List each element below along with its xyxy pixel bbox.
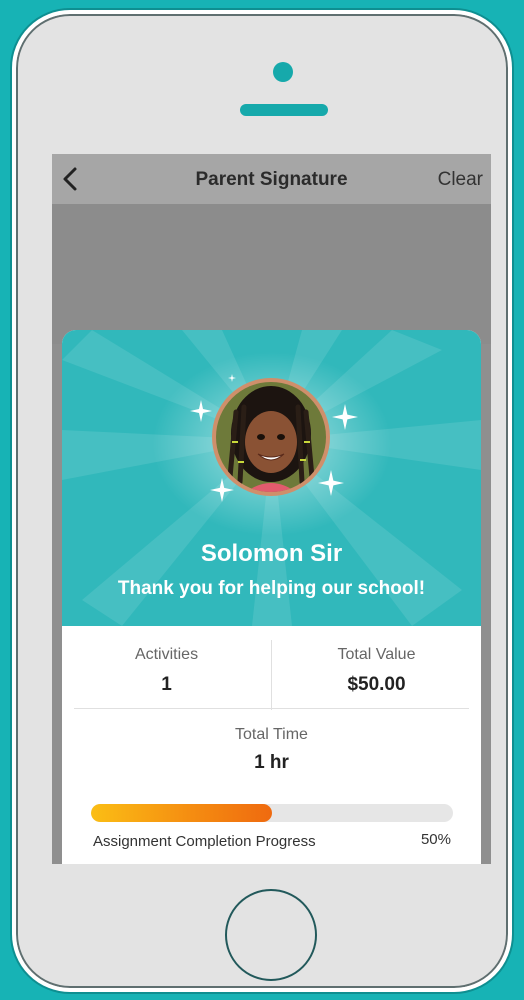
sparkle-icon [228,374,236,382]
total-value-amount: $50.00 [347,674,406,695]
sparkle-icon [190,400,212,422]
activities-label: Activities [134,646,199,663]
app-screen: Parent Signature Clear Solomon Sir Thank… [52,154,491,864]
progress-percent: 50% [420,831,451,848]
sparkle-icon [318,470,344,496]
completion-progress-bar [91,804,453,822]
avatar [212,378,330,496]
thank-you-message: Thank you for helping our school! [117,578,426,599]
progress-label: Assignment Completion Progress [93,833,316,850]
sparkle-icon [332,404,358,430]
child-portrait [216,382,326,492]
speaker-slot [240,104,328,116]
clear-button[interactable]: Clear [438,169,483,191]
sparkle-icon [210,478,234,502]
page-title: Parent Signature [195,169,348,190]
total-value-label: Total Value [337,646,416,663]
total-time-label: Total Time [235,726,308,743]
user-name: Solomon Sir [200,540,343,567]
total-time-value: 1 hr [254,752,289,773]
activities-value: 1 [161,674,172,695]
stats-divider-horizontal [74,708,469,709]
camera-dot [273,62,293,82]
completion-progress-fill [91,804,272,822]
signature-area-dimmed [52,204,491,344]
phone-frame: Parent Signature Clear Solomon Sir Thank… [12,10,512,992]
card-header: Solomon Sir Thank you for helping our sc… [62,330,481,626]
navigation-bar: Parent Signature Clear [52,154,491,204]
thank-you-card: Solomon Sir Thank you for helping our sc… [62,330,481,864]
avatar-photo [216,382,326,492]
home-button[interactable] [225,889,317,981]
